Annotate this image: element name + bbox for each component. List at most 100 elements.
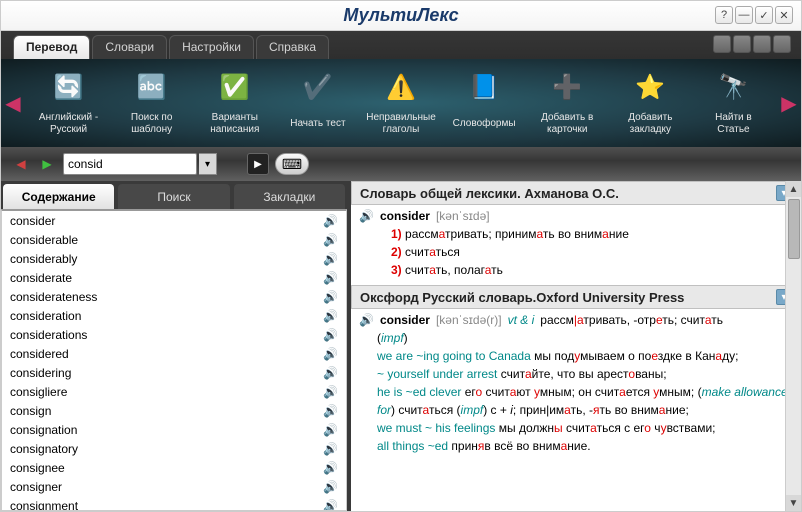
- tab-help[interactable]: Справка: [256, 35, 329, 59]
- word-text: considerateness: [10, 290, 97, 304]
- dict-header-1[interactable]: Словарь общей лексики. Ахманова О.С. ▾: [351, 181, 801, 205]
- toolbar-find-in-article[interactable]: 🔭Найти в Статье: [694, 68, 773, 138]
- word-row[interactable]: consider 🔊: [2, 211, 346, 230]
- word-row[interactable]: consign 🔊: [2, 401, 346, 420]
- content-scrollbar[interactable]: ▲ ▼: [785, 181, 801, 511]
- speaker-icon[interactable]: 🔊: [323, 499, 338, 512]
- sense-3: 3) считать, полагать: [391, 261, 793, 279]
- entry-dict2: 🔊 consider [kənˈsɪdə(r)] vt & i рассм|ат…: [351, 309, 801, 461]
- word-text: consider: [10, 214, 55, 228]
- example-impf: (impf): [377, 329, 793, 347]
- tab-translation[interactable]: Перевод: [13, 35, 90, 59]
- transcription: [kənˈsɪdə]: [436, 209, 490, 223]
- word-row[interactable]: considerations🔊: [2, 325, 346, 344]
- speaker-icon[interactable]: 🔊: [323, 290, 338, 304]
- word-text: consigner: [10, 480, 62, 494]
- word-row[interactable]: considering🔊: [2, 363, 346, 382]
- word-row[interactable]: consignatory🔊: [2, 439, 346, 458]
- dict-header-2[interactable]: Оксфорд Русский словарь.Oxford Universit…: [351, 285, 801, 309]
- toolbar-lang-pair[interactable]: 🔄Английский - Русский: [29, 68, 108, 138]
- toolbar-pattern-search[interactable]: 🔤 Поиск по шаблону: [112, 68, 191, 138]
- toolbar-add-card[interactable]: ➕Добавить в карточки: [528, 68, 607, 138]
- speaker-icon[interactable]: 🔊: [323, 233, 338, 247]
- entry-dict1: 🔊 consider [kənˈsɪdə] 1) рассматривать; …: [351, 205, 801, 285]
- speaker-icon[interactable]: 🔊: [323, 385, 338, 399]
- maximize-button[interactable]: ✓: [755, 6, 773, 24]
- toolbar-scroll-right[interactable]: ▶: [779, 83, 799, 123]
- start-test-label: Начать тест: [290, 110, 345, 138]
- toolbar-mini-icons: [713, 35, 791, 53]
- example-2: ~ yourself under arrest считайте, что вы…: [377, 365, 793, 383]
- speaker-icon[interactable]: 🔊: [323, 271, 338, 285]
- sidebar-tab-contents[interactable]: Содержание: [3, 184, 114, 209]
- spelling-variants-label: Варианты написания: [199, 110, 270, 138]
- word-row[interactable]: consigner 🔊: [2, 477, 346, 496]
- pattern-search-icon: 🔤: [133, 68, 171, 106]
- nav-forward-button[interactable]: ▶: [37, 154, 57, 174]
- transcription: [kənˈsɪdə(r)]: [436, 313, 502, 327]
- help-button[interactable]: ?: [715, 6, 733, 24]
- word-row[interactable]: considerateness 🔊: [2, 287, 346, 306]
- toolbar-start-test[interactable]: ✔️Начать тест: [278, 68, 357, 138]
- toolbar-irregular-verbs[interactable]: ⚠️Неправильные глаголы: [361, 68, 440, 138]
- speaker-icon[interactable]: 🔊: [359, 313, 374, 327]
- speaker-icon[interactable]: 🔊: [323, 252, 338, 266]
- word-row[interactable]: consideration🔊: [2, 306, 346, 325]
- scroll-up-icon[interactable]: ▲: [786, 181, 801, 197]
- mini-icon-3[interactable]: [753, 35, 771, 53]
- speaker-icon[interactable]: 🔊: [323, 347, 338, 361]
- main-tabs: Перевод Словари Настройки Справка: [1, 31, 801, 59]
- add-bookmark-icon: ⭐: [631, 68, 669, 106]
- speaker-icon[interactable]: 🔊: [323, 404, 338, 418]
- search-input[interactable]: [63, 153, 197, 175]
- scroll-thumb[interactable]: [788, 199, 800, 259]
- word-row[interactable]: considerate 🔊: [2, 268, 346, 287]
- go-button[interactable]: ▶: [247, 153, 269, 175]
- minimize-button[interactable]: —: [735, 6, 753, 24]
- word-text: consigliere: [10, 385, 67, 399]
- speaker-icon[interactable]: 🔊: [323, 214, 338, 228]
- speaker-icon[interactable]: 🔊: [359, 209, 374, 223]
- toolbar-add-bookmark[interactable]: ⭐Добавить закладку: [611, 68, 690, 138]
- speaker-icon[interactable]: 🔊: [323, 423, 338, 437]
- gram-label: vt & i: [508, 313, 535, 327]
- word-text: considerate: [10, 271, 72, 285]
- speaker-icon[interactable]: 🔊: [323, 366, 338, 380]
- word-row[interactable]: consignation🔊: [2, 420, 346, 439]
- speaker-icon[interactable]: 🔊: [323, 309, 338, 323]
- word-text: consign: [10, 404, 51, 418]
- toolbar-word-forms[interactable]: 📘Словоформы: [445, 68, 524, 138]
- word-row[interactable]: consignee🔊: [2, 458, 346, 477]
- toolbar-scroll-left[interactable]: ◀: [3, 83, 23, 123]
- word-row[interactable]: consigliere 🔊: [2, 382, 346, 401]
- close-button[interactable]: ✕: [775, 6, 793, 24]
- tab-settings[interactable]: Настройки: [169, 35, 254, 59]
- word-text: considerable: [10, 233, 78, 247]
- find-in-article-icon: 🔭: [714, 68, 752, 106]
- virtual-keyboard-button[interactable]: ⌨: [275, 153, 309, 175]
- sidebar-tab-bookmarks[interactable]: Закладки: [234, 184, 345, 209]
- app-title: МультиЛекс: [343, 5, 458, 26]
- sidebar-tab-search[interactable]: Поиск: [118, 184, 229, 209]
- scroll-down-icon[interactable]: ▼: [786, 495, 801, 511]
- speaker-icon[interactable]: 🔊: [323, 328, 338, 342]
- speaker-icon[interactable]: 🔊: [323, 461, 338, 475]
- mini-icon-1[interactable]: [713, 35, 731, 53]
- word-list[interactable]: consider🔊considerable🔊considerably🔊consi…: [1, 209, 347, 511]
- word-row[interactable]: considered🔊: [2, 344, 346, 363]
- nav-back-button[interactable]: ◀: [11, 154, 31, 174]
- mini-icon-4[interactable]: [773, 35, 791, 53]
- mini-icon-2[interactable]: [733, 35, 751, 53]
- search-dropdown-button[interactable]: ▾: [199, 153, 217, 175]
- irregular-verbs-icon: ⚠️: [382, 68, 420, 106]
- word-row[interactable]: consignment🔊: [2, 496, 346, 511]
- word-row[interactable]: considerably🔊: [2, 249, 346, 268]
- article-scroll[interactable]: Словарь общей лексики. Ахманова О.С. ▾ 🔊…: [351, 181, 801, 511]
- toolbar-spelling-variants[interactable]: ✅Варианты написания: [195, 68, 274, 138]
- tab-dictionaries[interactable]: Словари: [92, 35, 167, 59]
- speaker-icon[interactable]: 🔊: [323, 480, 338, 494]
- pattern-search-label: Поиск по шаблону: [116, 110, 187, 138]
- headword: consider: [380, 313, 430, 327]
- word-row[interactable]: considerable 🔊: [2, 230, 346, 249]
- speaker-icon[interactable]: 🔊: [323, 442, 338, 456]
